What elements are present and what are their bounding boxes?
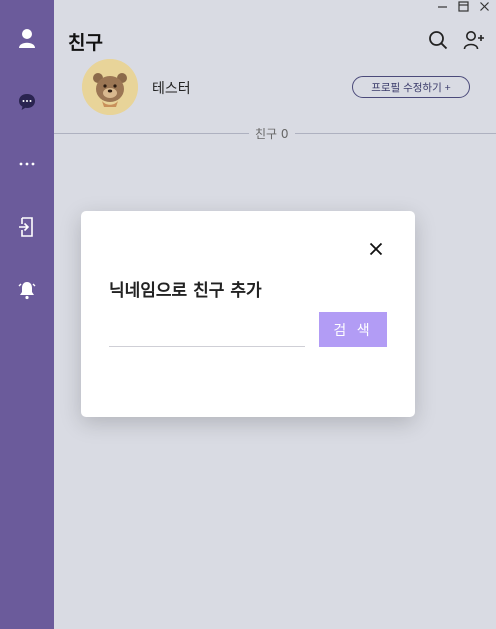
window-close-button[interactable] [477, 0, 492, 12]
sidebar-item-more[interactable] [0, 147, 54, 181]
minimize-button[interactable] [435, 0, 450, 12]
window-controls [435, 0, 492, 12]
sidebar-item-friends[interactable] [0, 21, 54, 55]
edit-profile-button[interactable]: 프로필 수정하기 + [352, 76, 470, 98]
add-friend-modal: 닉네임으로 친구 추가 검 색 [81, 211, 415, 417]
add-friend-button[interactable] [462, 28, 486, 52]
modal-close-button[interactable] [367, 240, 385, 258]
nickname-input[interactable] [109, 321, 305, 347]
minimize-icon [438, 5, 447, 8]
person-icon [19, 29, 35, 48]
add-friend-icon [463, 31, 484, 50]
sidebar-item-notifications[interactable] [0, 273, 54, 307]
search-icon [429, 31, 448, 50]
search-button[interactable] [426, 28, 450, 52]
close-icon [369, 242, 383, 256]
page-title: 친구 [68, 32, 103, 54]
sidebar [0, 0, 54, 629]
logout-icon [19, 217, 33, 237]
chat-icon [19, 94, 35, 110]
maximize-button[interactable] [456, 0, 471, 12]
sidebar-item-logout[interactable] [0, 210, 54, 244]
bear-avatar-icon [82, 59, 138, 115]
bell-icon [18, 282, 36, 300]
friends-count-label: 친구 0 [249, 125, 295, 142]
modal-title: 닉네임으로 친구 추가 [109, 281, 262, 301]
more-icon [19, 162, 35, 166]
search-submit-button[interactable]: 검 색 [319, 312, 387, 347]
maximize-icon [458, 0, 469, 12]
avatar[interactable] [82, 59, 138, 115]
profile-name: 테스터 [152, 81, 191, 97]
sidebar-item-chats[interactable] [0, 85, 54, 119]
close-icon [480, 1, 489, 11]
